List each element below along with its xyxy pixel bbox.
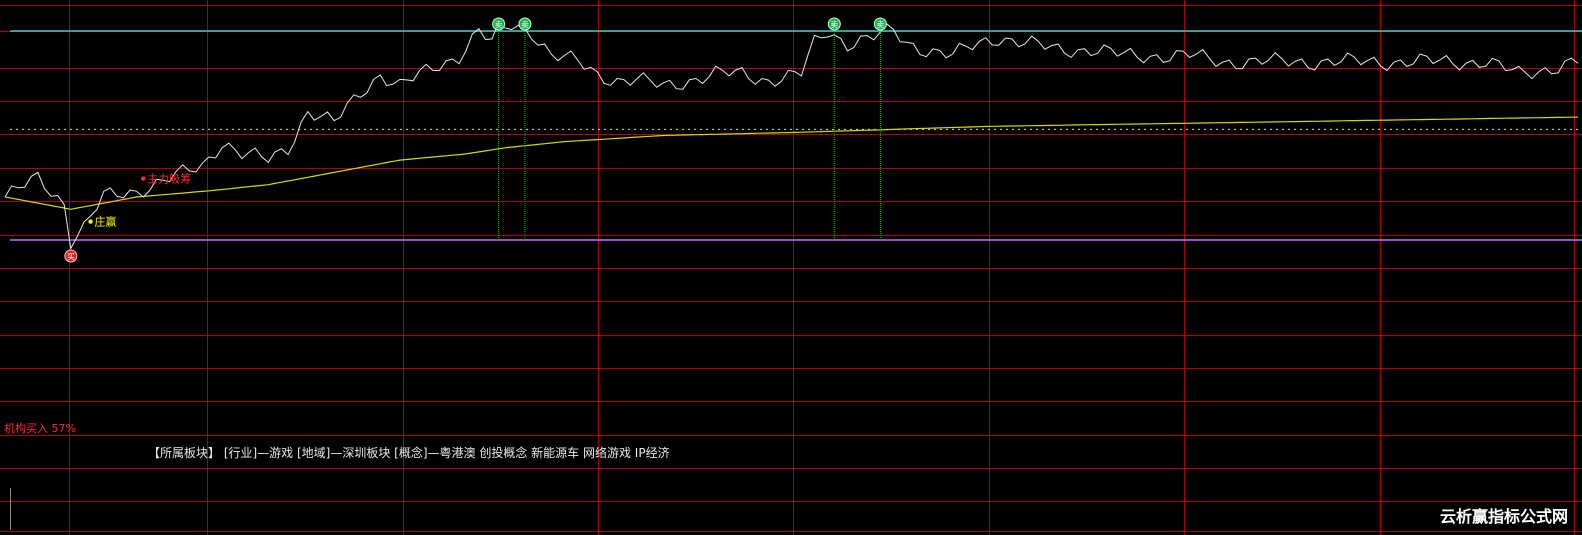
sector-info: 【所属板块】 [行业]—游戏 [地域]—深圳板块 [概念]—粤港澳 创投概念 新… [148, 446, 670, 460]
annotation-dot [88, 219, 93, 224]
annotation-label: 主力吸筹 [147, 172, 191, 186]
buy-signal-label: 买 [67, 253, 75, 262]
annotation-dot [141, 176, 146, 181]
avg-price-line [4, 116, 1579, 210]
price-line [4, 21, 1579, 250]
sell-signal-label: 卖 [521, 21, 529, 30]
institution-buy-ratio: 机构买入 57% [4, 422, 76, 435]
sell-signal-label: 卖 [495, 21, 503, 30]
annotation-label: 庄赢 [95, 215, 117, 229]
watermark-text: 云析赢指标公式网 [1439, 507, 1568, 526]
sell-signal-label: 卖 [830, 21, 838, 30]
sell-signal-label: 卖 [876, 21, 884, 30]
